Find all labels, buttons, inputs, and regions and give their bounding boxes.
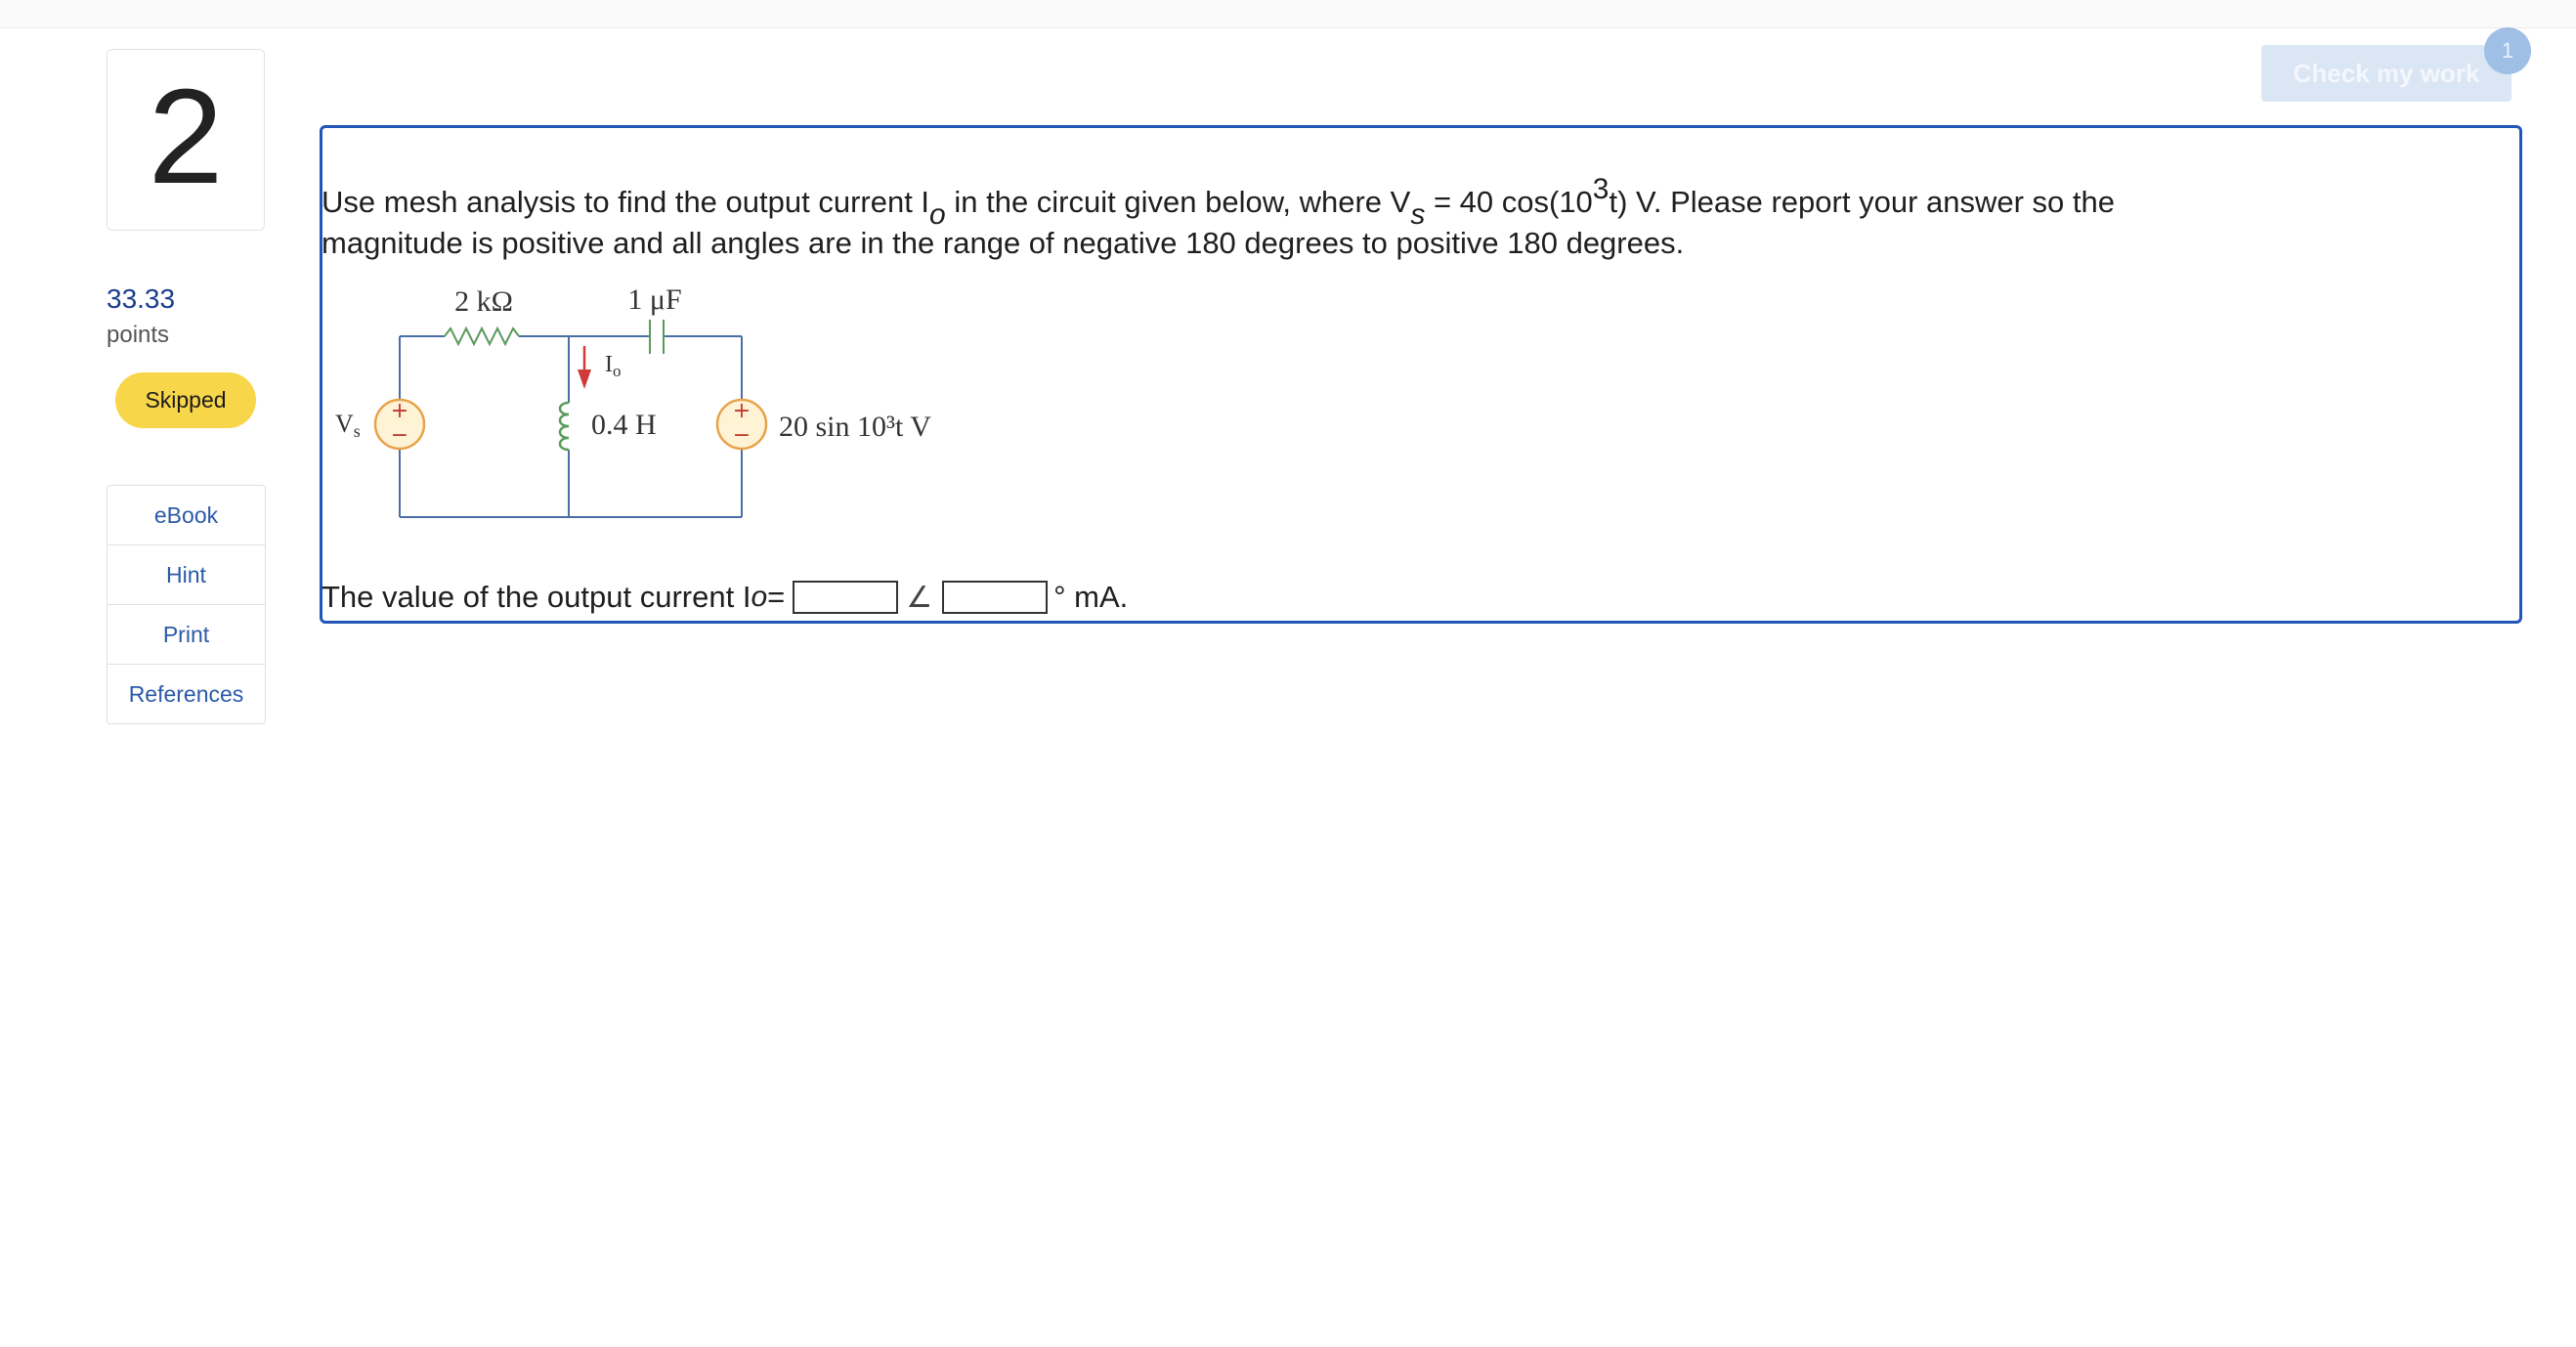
svg-text:+: + — [733, 399, 751, 423]
inductor-label: 0.4 H — [591, 409, 657, 441]
check-my-work-button[interactable]: Check my work — [2261, 45, 2512, 102]
ebook-link[interactable]: eBook — [107, 486, 265, 545]
circuit-diagram: + − + − 2 kΩ 1 μF Io 0.4 H Vs 20 sin 10³… — [335, 283, 931, 518]
question-number-box: 2 — [107, 49, 265, 231]
resistor-symbol — [444, 326, 520, 347]
references-link[interactable]: References — [107, 665, 265, 723]
svg-text:+: + — [391, 399, 408, 423]
check-count-badge: 1 — [2484, 27, 2531, 74]
angle-symbol: ∠ — [906, 581, 933, 614]
source-right-label: 20 sin 10³t V — [779, 411, 931, 443]
svg-text:−: − — [391, 423, 408, 448]
points-value: 33.33 — [107, 283, 176, 314]
current-arrow — [578, 346, 591, 389]
answer-row: The value of the output current Io = ∠ °… — [322, 580, 1129, 614]
angle-input[interactable] — [942, 581, 1049, 614]
question-text: Use mesh analysis to find the output cur… — [322, 173, 2115, 261]
inductor-symbol — [558, 401, 570, 452]
question-tools: eBook Hint Print References — [107, 485, 266, 724]
source-left-label: Vs — [335, 410, 361, 441]
current-label: Io — [605, 352, 622, 380]
magnitude-input[interactable] — [793, 581, 899, 614]
circuit-wires — [399, 335, 743, 518]
svg-text:−: − — [733, 423, 751, 448]
question-number: 2 — [148, 62, 224, 212]
voltage-source-right: + − — [715, 398, 768, 451]
hint-link[interactable]: Hint — [107, 545, 265, 605]
print-link[interactable]: Print — [107, 605, 265, 665]
voltage-source-left: + − — [373, 398, 426, 451]
resistor-label: 2 kΩ — [454, 285, 513, 318]
top-bar — [0, 0, 2576, 28]
status-badge: Skipped — [115, 372, 256, 428]
capacitor-label: 1 μF — [627, 283, 681, 316]
capacitor-symbol — [649, 320, 665, 354]
points-label: points — [107, 322, 170, 348]
